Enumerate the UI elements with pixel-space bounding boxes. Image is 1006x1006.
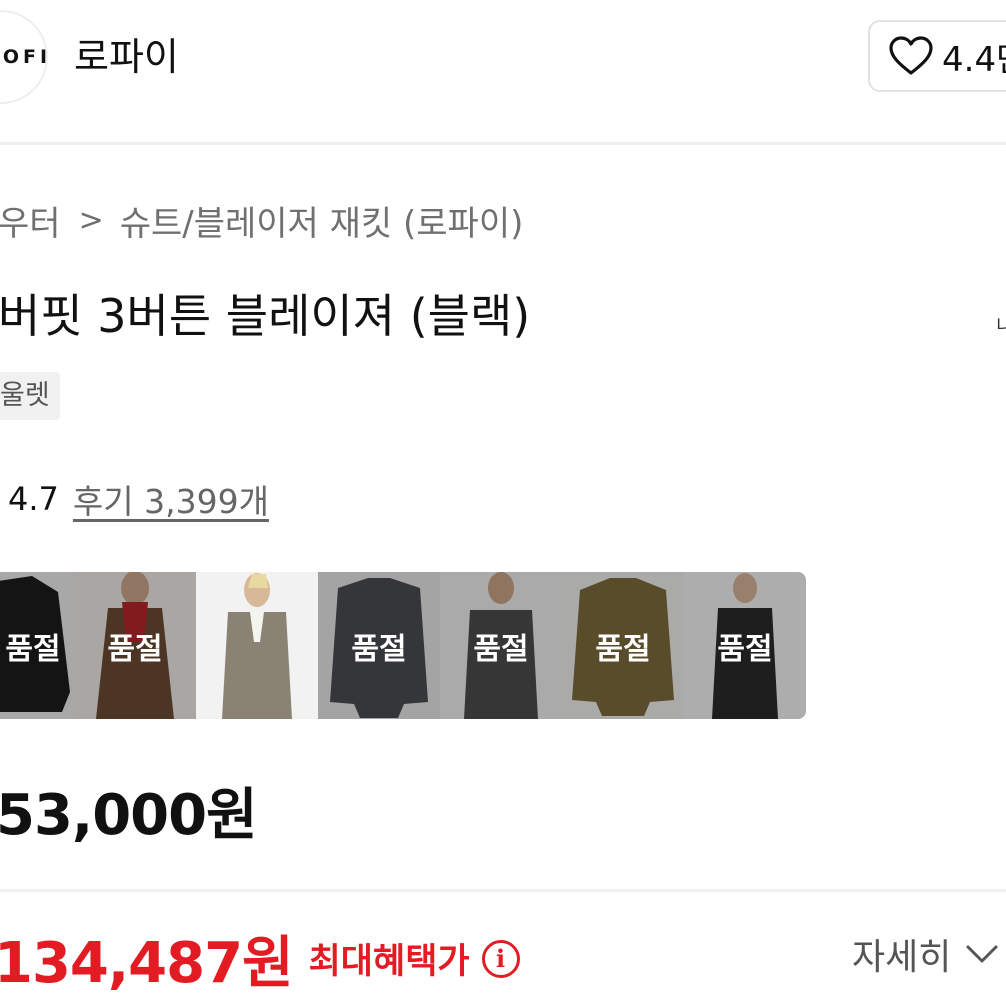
benefit-label: 최대혜택가 <box>308 942 470 982</box>
like-count: 4.4만 <box>942 39 1006 80</box>
sold-out-overlay: 품절 <box>318 572 440 719</box>
price-divider <box>0 889 1006 892</box>
sold-out-label: 품절 <box>473 631 529 667</box>
sold-out-overlay: 품절 <box>440 572 562 719</box>
brand-logo-text: OFI <box>2 46 52 68</box>
sold-out-label: 품절 <box>5 631 61 667</box>
sold-out-label: 품절 <box>351 631 407 667</box>
brand-logo[interactable]: OFI <box>0 10 48 104</box>
sold-out-label: 품절 <box>595 631 651 667</box>
benefit-price: 134,487원 <box>0 931 294 996</box>
heart-icon <box>889 36 933 75</box>
swatch-option[interactable]: 품절 <box>562 572 684 719</box>
rating-score: 4.7 <box>8 480 59 518</box>
side-glyph: 니 <box>996 316 1006 337</box>
rating: 4.7 후기 3,399개 <box>8 475 269 523</box>
product-title: 버핏 3버튼 블레이져 (블랙) <box>0 289 531 343</box>
product-tag[interactable]: 울렛 <box>0 372 60 420</box>
sold-out-overlay: 품절 <box>0 572 74 719</box>
breadcrumb-current[interactable]: 슈트/블레이저 재킷 (로파이) <box>120 196 524 245</box>
model-image <box>196 572 318 719</box>
details-label: 자세히 <box>852 937 952 978</box>
swatch-option[interactable] <box>196 572 318 719</box>
max-benefit-price: 134,487원 최대혜택가 i <box>0 918 520 999</box>
swatch-option[interactable]: 품절 <box>74 572 196 719</box>
reviews-link[interactable]: 후기 3,399개 <box>73 475 269 523</box>
breadcrumb: 우터 > 슈트/블레이저 재킷 (로파이) <box>0 196 523 245</box>
swatch-option[interactable]: 품절 <box>684 572 806 719</box>
product-price: 53,000원 <box>0 783 258 848</box>
sold-out-label: 품절 <box>717 631 773 667</box>
breadcrumb-separator: > <box>78 203 104 238</box>
sold-out-overlay: 품절 <box>562 572 684 719</box>
swatch-option[interactable]: 품절 <box>0 572 74 719</box>
header-divider <box>0 142 1006 145</box>
brand-name[interactable]: 로파이 <box>74 30 179 84</box>
breadcrumb-parent[interactable]: 우터 <box>0 196 61 245</box>
color-swatches: 품절 품절 품절 품절 품절 품절 <box>0 572 806 719</box>
like-button[interactable]: 4.4만 <box>868 20 1006 92</box>
sold-out-label: 품절 <box>107 631 163 667</box>
sold-out-overlay: 품절 <box>684 572 806 719</box>
swatch-option[interactable]: 품절 <box>440 572 562 719</box>
product-page: OFI 로파이 4.4만 우터 > 슈트/블레이저 재킷 (로파이) 버핏 3버… <box>0 0 1006 1006</box>
info-icon[interactable]: i <box>481 939 520 978</box>
details-button[interactable]: 자세히 <box>852 928 999 980</box>
swatch-option[interactable]: 품절 <box>318 572 440 719</box>
chevron-down-icon <box>966 945 998 963</box>
sold-out-overlay: 품절 <box>74 572 196 719</box>
